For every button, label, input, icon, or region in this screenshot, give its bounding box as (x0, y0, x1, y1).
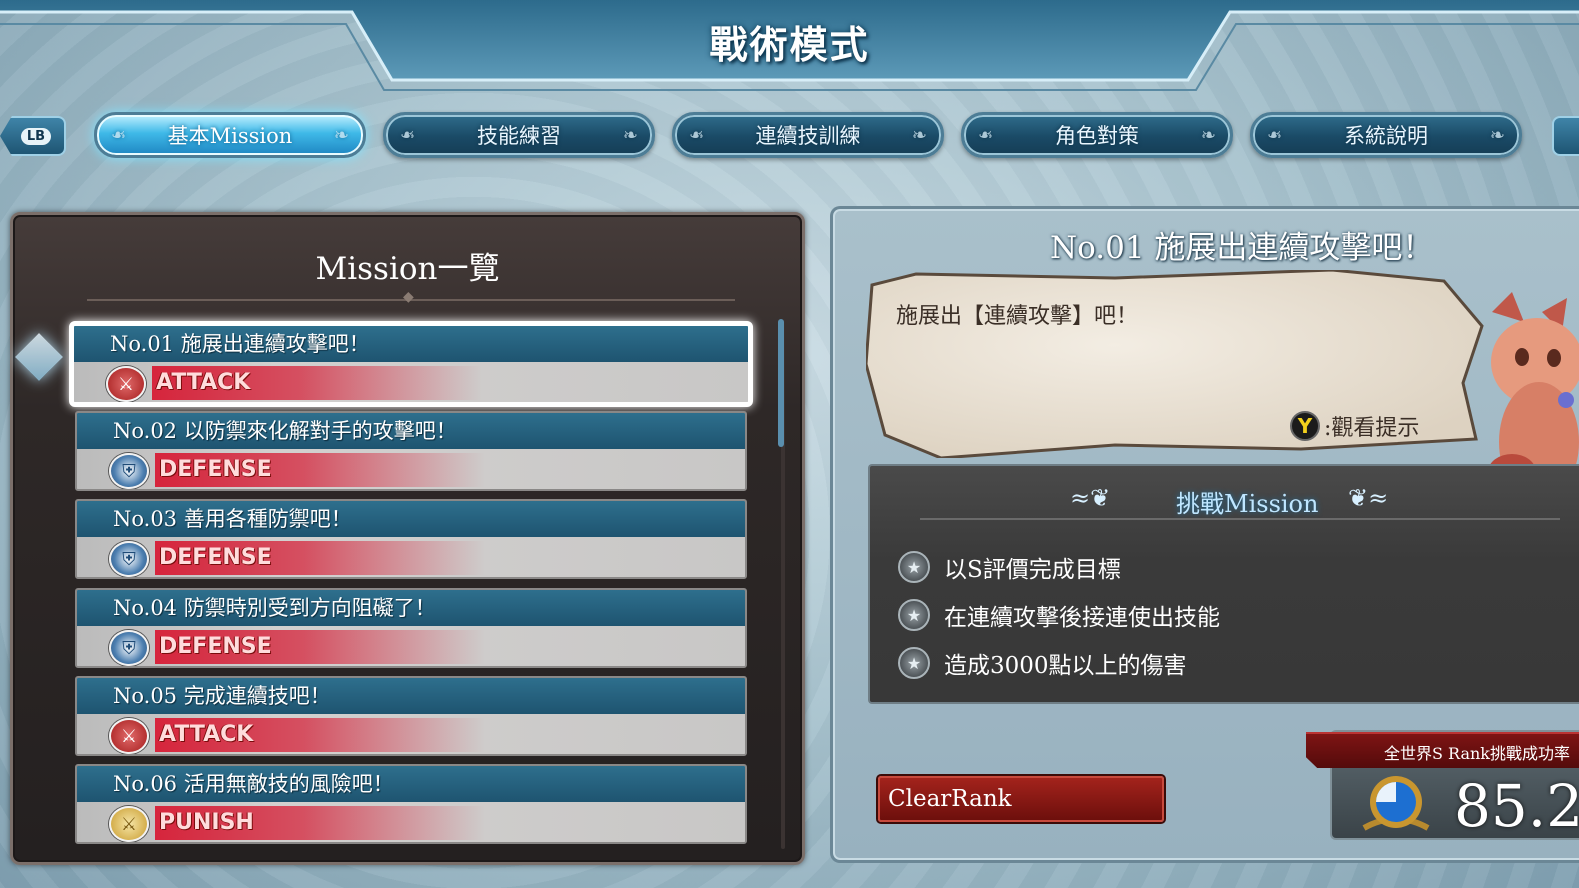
sword-icon: ⚔ (109, 718, 149, 754)
mission-type-row: ATTACK ⚔ (77, 714, 745, 754)
mission-list-panel: Mission一覽 No.01 施展出連續攻擊吧！ ATTACK ⚔ No.02… (10, 212, 805, 865)
mission-type-row: DEFENSE ⛨ (77, 537, 745, 577)
tab-basic-mission[interactable]: 基本Mission (94, 112, 366, 158)
mission-description: 施展出【連續攻擊】吧！ (896, 304, 1139, 329)
success-rate-value: 85.2 (1454, 772, 1579, 840)
mission-type-row: PUNISH ⚔ (77, 802, 745, 842)
shield-icon: ⛨ (109, 630, 149, 666)
page-title: 戰術模式 (709, 22, 870, 67)
tab-character-strategy[interactable]: 角色對策 (961, 112, 1233, 158)
hint-label: :觀看提示 (1324, 416, 1420, 441)
mission-label: No.04 防禦時別受到方向阻礙了！ (77, 590, 745, 626)
mission-detail-title: No.01 施展出連續攻擊吧！ (1050, 230, 1434, 266)
tab-system-guide[interactable]: 系統說明 (1250, 112, 1522, 158)
punish-shield-icon: ⚔ (109, 806, 149, 842)
challenge-item: ★ 造成3000點以上的傷害 (898, 646, 1187, 680)
header-banner: 戰術模式 (0, 0, 1579, 92)
challenge-mission-title: 挑戰Mission (1176, 490, 1319, 518)
mission-item-05[interactable]: No.05 完成連續技吧！ ATTACK ⚔ (75, 676, 747, 756)
divider (920, 518, 1560, 520)
challenge-text: 以S評價完成目標 (944, 557, 1121, 583)
star-badge-icon: ★ (898, 647, 930, 679)
mission-type: ATTACK (152, 366, 482, 400)
mission-label: No.03 善用各種防禦吧！ (77, 501, 745, 537)
lb-label: LB (20, 127, 52, 145)
mission-type: DEFENSE (155, 541, 485, 575)
rb-shoulder-button[interactable] (1552, 116, 1579, 156)
success-rate-gauge-icon (1362, 776, 1430, 831)
lb-shoulder-button[interactable]: LB (0, 116, 66, 156)
mission-type: ATTACK (155, 718, 485, 752)
challenge-text: 在連續攻擊後接連使出技能 (944, 605, 1220, 631)
tab-skill-practice[interactable]: 技能練習 (383, 112, 655, 158)
divider (87, 289, 735, 305)
challenge-item: ★ 在連續攻擊後接連使出技能 (898, 598, 1220, 632)
mission-label: No.06 活用無敵技的風險吧！ (77, 766, 745, 802)
star-badge-icon: ★ (898, 599, 930, 631)
mission-item-02[interactable]: No.02 以防禦來化解對手的攻擊吧！ DEFENSE ⛨ (75, 411, 747, 491)
ornament-left-icon: ≈❦ (1070, 484, 1111, 512)
mission-list-title: Mission一覽 (315, 251, 500, 287)
mission-type-row: ATTACK ⚔ (74, 362, 748, 402)
tab-combo-training[interactable]: 連續技訓練 (672, 112, 944, 158)
challenge-item: ★ 以S評價完成目標 (898, 550, 1121, 584)
mission-label: No.02 以防禦來化解對手的攻擊吧！ (77, 413, 745, 449)
clear-rank-bar: ClearRank (878, 776, 1164, 822)
mission-type: DEFENSE (155, 630, 485, 664)
shield-icon: ⛨ (109, 453, 149, 489)
star-badge-icon: ★ (898, 551, 930, 583)
mission-type-row: DEFENSE ⛨ (77, 626, 745, 666)
mission-type: PUNISH (155, 806, 485, 840)
mission-item-04[interactable]: No.04 防禦時別受到方向阻礙了！ DEFENSE ⛨ (75, 588, 747, 668)
shield-icon: ⛨ (109, 541, 149, 577)
y-button-icon: Y (1290, 411, 1320, 441)
mission-label: No.05 完成連續技吧！ (77, 678, 745, 714)
scrollbar-thumb[interactable] (778, 319, 784, 447)
sword-icon: ⚔ (106, 366, 146, 402)
mission-type-row: DEFENSE ⛨ (77, 449, 745, 489)
success-rate-label: 全世界S Rank挑戰成功率 (1384, 744, 1571, 763)
challenge-text: 造成3000點以上的傷害 (944, 653, 1187, 679)
ornament-right-icon: ❦≈ (1348, 484, 1389, 512)
mission-item-01[interactable]: No.01 施展出連續攻擊吧！ ATTACK ⚔ (69, 321, 753, 407)
mission-type: DEFENSE (155, 453, 485, 487)
hint-prompt[interactable]: Y :觀看提示 (1290, 410, 1419, 442)
mission-item-03[interactable]: No.03 善用各種防禦吧！ DEFENSE ⛨ (75, 499, 747, 579)
mission-label: No.01 施展出連續攻擊吧！ (74, 326, 748, 362)
mission-item-06[interactable]: No.06 活用無敵技的風險吧！ PUNISH ⚔ (75, 764, 747, 844)
